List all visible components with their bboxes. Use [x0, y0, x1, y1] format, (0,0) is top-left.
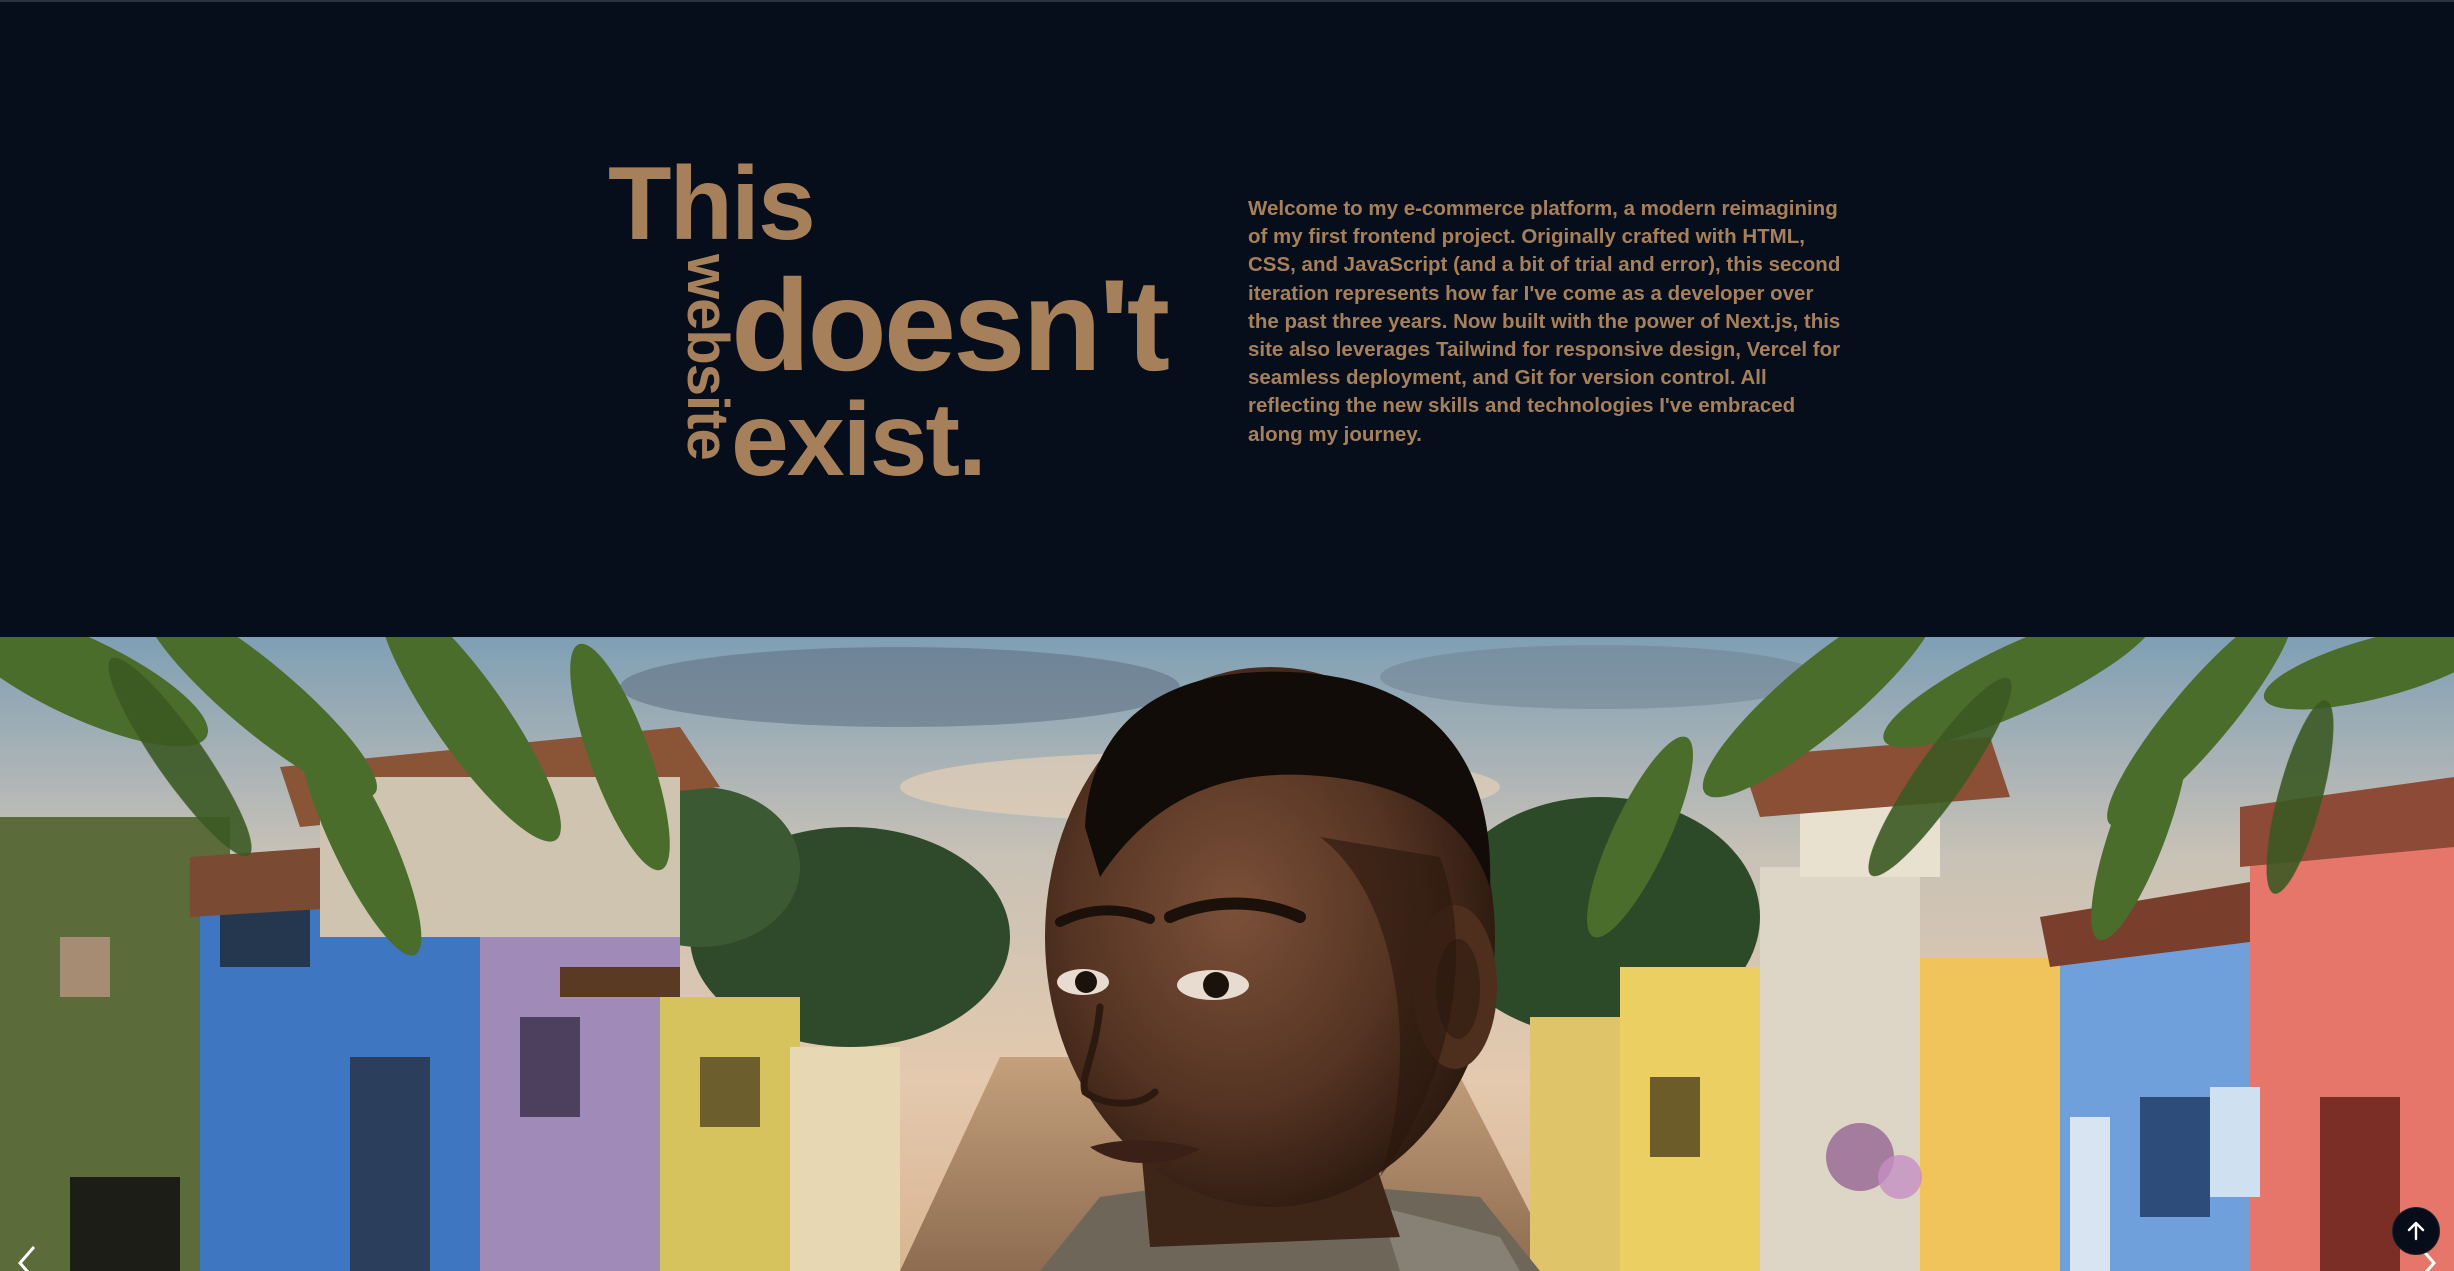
intro-paragraph: Welcome to my e-commerce platform, a mod… [1248, 197, 1841, 446]
page: This website doesn't exist. Welcome to m… [0, 0, 2454, 1271]
hero-section: This website doesn't exist. Welcome to m… [0, 0, 2454, 637]
scroll-to-top-button[interactable] [2392, 1207, 2440, 1255]
arrow-up-icon [2407, 1221, 2425, 1241]
hero-headline: This website doesn't exist. [608, 152, 1228, 492]
hero-image [0, 637, 2454, 1271]
headline-word-doesnt: doesn't [731, 252, 1170, 398]
chevron-left-icon [18, 1246, 36, 1271]
headline-word-this: This [608, 146, 816, 262]
carousel-prev-button[interactable] [8, 1243, 42, 1271]
headline-word-exist: exist. [731, 382, 987, 498]
portrait-photo [0, 637, 2454, 1271]
